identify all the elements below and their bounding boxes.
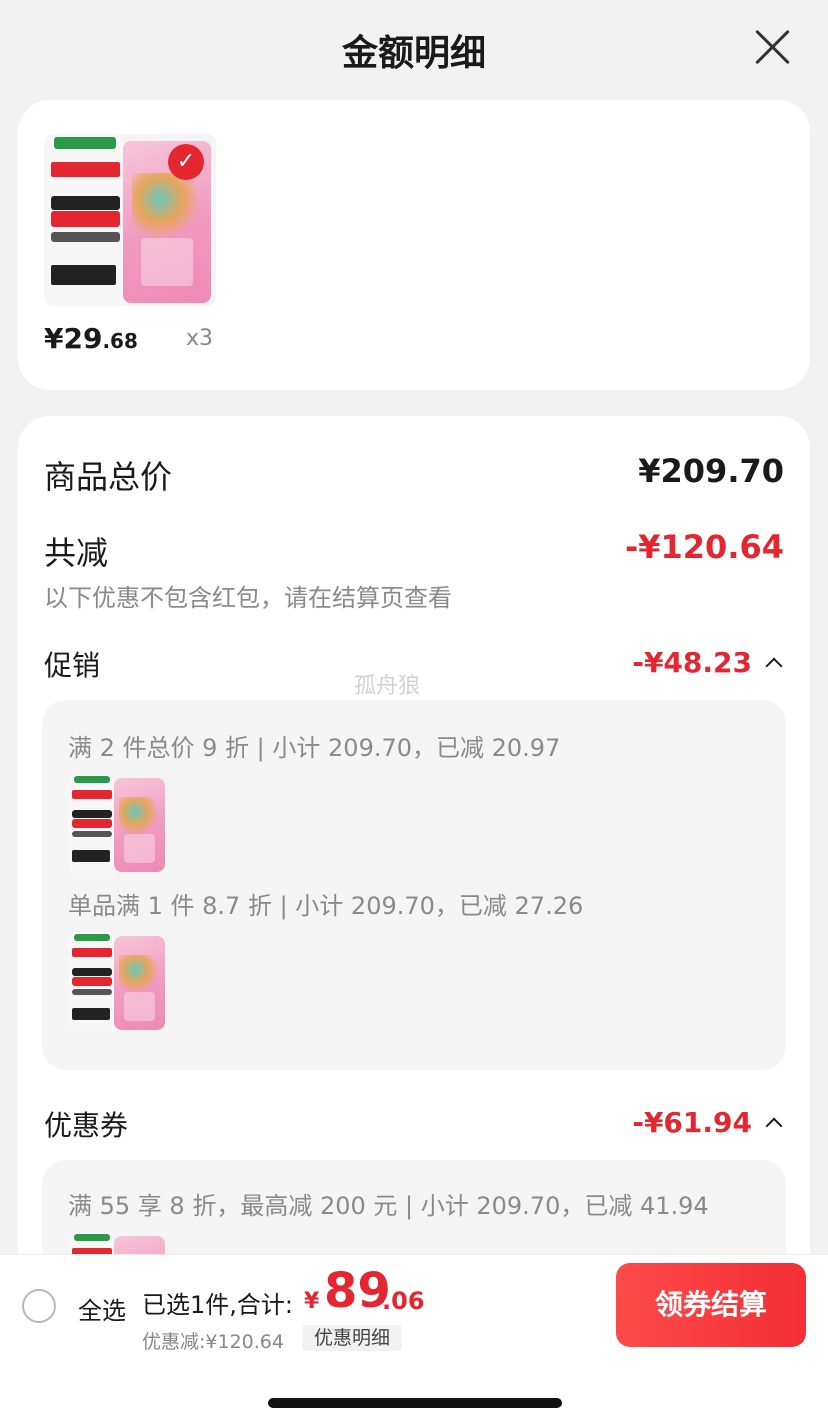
checkout-bar: 全选 已选1件,合计: ¥ 89 .06 优惠减:¥120.64 优惠明细 领券… [0,1254,828,1356]
promotion-product-image [68,774,168,874]
chevron-up-icon[interactable] [765,657,783,675]
promotion-item: 单品满 1 件 8.7 折 | 小计 209.70，已减 27.26 [68,892,584,920]
sheet-title: 金额明细 [341,33,486,74]
product-quantity: x3 [186,326,214,351]
coupon-value[interactable]: -¥61.94 [632,1106,752,1139]
discount-note: 以下优惠不包含红包，请在结算页查看 [44,584,452,612]
home-indicator[interactable] [268,1398,562,1408]
watermark: 孤舟狼 [354,674,421,699]
select-all-radio[interactable] [22,1289,56,1323]
product-price: ¥29.68 [44,322,138,355]
total-price-label: 商品总价 [44,458,173,496]
promotion-value[interactable]: -¥48.23 [632,646,752,679]
close-icon[interactable] [752,26,792,66]
promotion-detail-box: 满 2 件总价 9 折 | 小计 209.70，已减 20.97 单品满 1 件… [42,700,786,1070]
total-price-value: ¥209.70 [638,452,784,490]
promotion-item: 满 2 件总价 9 折 | 小计 209.70，已减 20.97 [68,734,561,762]
home-indicator-area [0,1356,828,1428]
coupon-item: 满 55 享 8 折，最高减 200 元 | 小计 209.70，已减 41.9… [68,1192,709,1220]
total-amount-int: 89 [324,1263,391,1319]
product-price-dec: .68 [102,329,138,353]
total-reduce-label: 共减 [44,534,109,572]
checkmark-icon: ✓ [168,144,204,180]
amount-detail-sheet: 金额明细 ✓ ¥29.68 x3 商品总价 ¥209.70 共减 -¥120.6… [0,0,828,1428]
chevron-up-icon[interactable] [765,1117,783,1135]
checkout-button[interactable]: 领券结算 [616,1263,806,1347]
promotion-label: 促销 [44,649,101,682]
coupon-label: 优惠券 [44,1109,129,1142]
promotion-product-image [68,932,168,1032]
selected-count-text: 已选1件,合计: [142,1291,293,1319]
product-card: ✓ ¥29.68 x3 [18,100,810,390]
total-amount-dec: .06 [382,1287,425,1315]
product-image[interactable]: ✓ [44,134,216,306]
select-all-label[interactable]: 全选 [78,1291,126,1326]
total-reduce-value: -¥120.64 [624,528,784,566]
total-currency: ¥ [304,1289,320,1314]
product-price-int: ¥29 [44,322,103,355]
price-detail-card: 商品总价 ¥209.70 共减 -¥120.64 以下优惠不包含红包，请在结算页… [18,416,810,1296]
discount-detail-button[interactable]: 优惠明细 [302,1325,403,1351]
discount-amount: 优惠减:¥120.64 [142,1331,284,1353]
